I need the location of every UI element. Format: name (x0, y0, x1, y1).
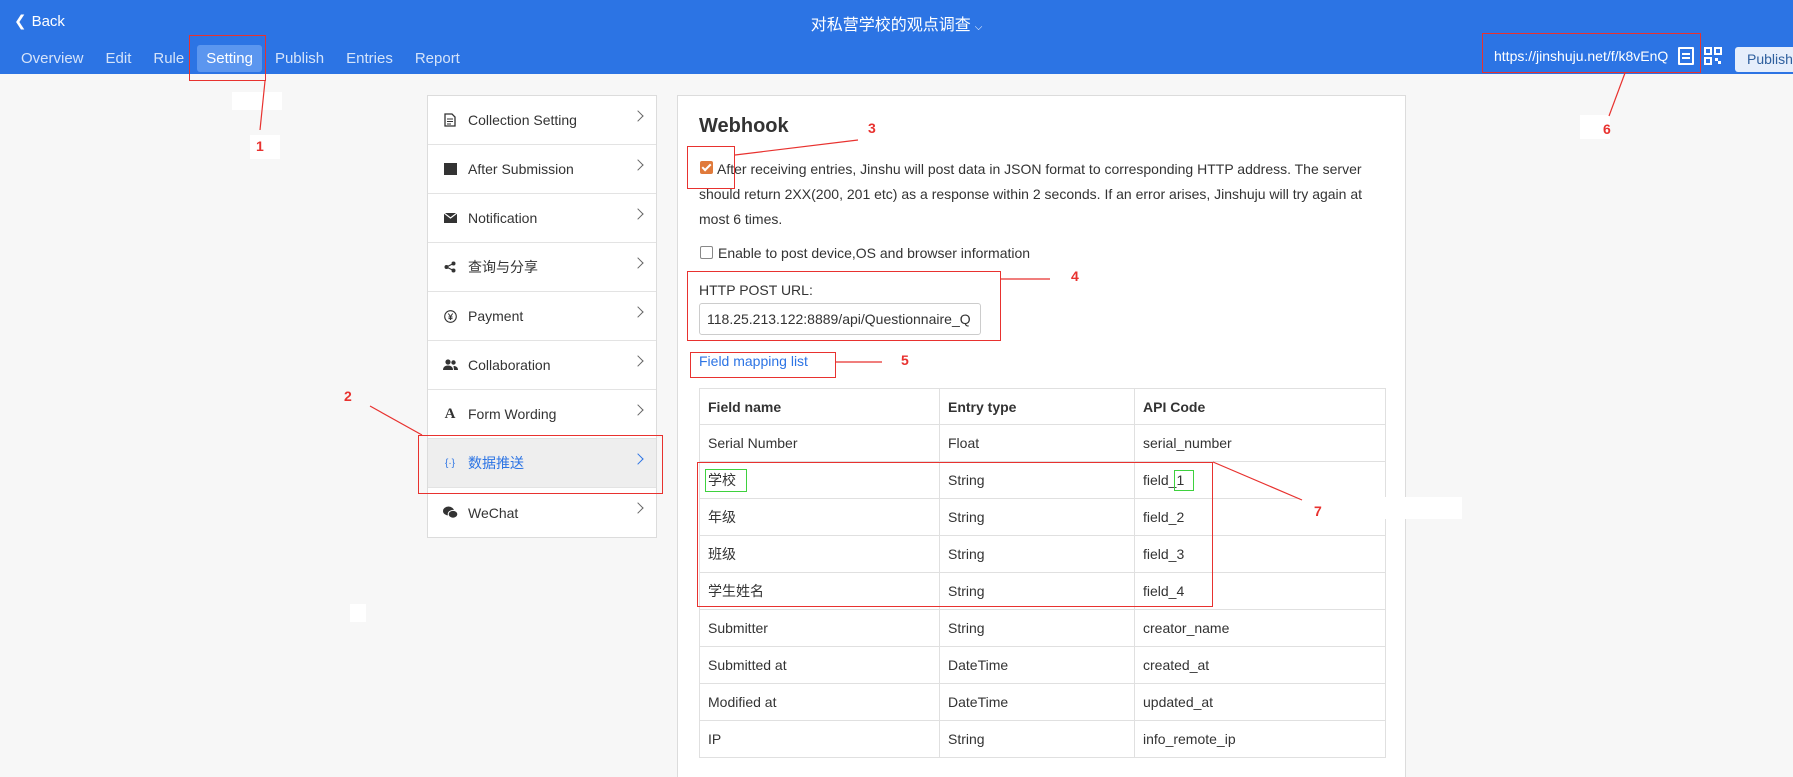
chevron-right-icon (632, 404, 644, 416)
chevron-right-icon (632, 355, 644, 367)
api-code-cell: creator_name (1134, 609, 1386, 647)
webhook-description: After receiving entries, Jinshu will pos… (699, 157, 1389, 232)
annotation-patch (1300, 497, 1462, 519)
annotation-number: 2 (344, 388, 352, 404)
menu-item-after-submission[interactable]: After Submission (428, 145, 656, 194)
annotation-patch (350, 604, 366, 622)
annotation-number: 4 (1071, 268, 1079, 284)
menu-item-wechat[interactable]: WeChat (428, 488, 656, 537)
field-name-cell: Submitter (699, 609, 940, 647)
field-name-cell: Modified at (699, 683, 940, 721)
menu-item-query-share[interactable]: 查询与分享 (428, 243, 656, 292)
annotation-highlight-field-name (705, 469, 747, 492)
share-icon (442, 259, 458, 275)
menu-item-label: Collection Setting (468, 112, 577, 128)
table-row: IP String info_remote_ip (699, 720, 1386, 758)
document-icon (442, 112, 458, 128)
api-code-cell: info_remote_ip (1134, 720, 1386, 758)
envelope-icon (442, 210, 458, 226)
annotation-number: 1 (256, 138, 264, 154)
chevron-right-icon (632, 257, 644, 269)
menu-item-payment[interactable]: Payment (428, 292, 656, 341)
menu-item-label: 查询与分享 (468, 259, 538, 275)
field-name-cell: Serial Number (699, 424, 940, 462)
wechat-icon (442, 505, 458, 521)
users-icon (442, 357, 458, 373)
device-info-checkbox[interactable] (700, 246, 713, 259)
annotation-patch (250, 135, 280, 159)
webhook-heading: Webhook (699, 115, 789, 137)
api-code-cell: created_at (1134, 646, 1386, 684)
column-header: Field name (699, 388, 940, 425)
chevron-right-icon (632, 110, 644, 122)
tab-entries[interactable]: Entries (337, 45, 402, 72)
form-title-text: 对私营学校的观点调查 (810, 17, 971, 34)
chevron-right-icon (632, 306, 644, 318)
annotation-highlight-field-index (1174, 470, 1194, 491)
annotation-box-custom-fields (697, 462, 1213, 607)
table-row: Submitter String creator_name (699, 609, 1386, 647)
square-icon (442, 161, 458, 177)
menu-item-collaboration[interactable]: Collaboration (428, 341, 656, 390)
table-row: Modified at DateTime updated_at (699, 683, 1386, 721)
annotation-box-post-url (687, 271, 1001, 341)
menu-item-label: After Submission (468, 161, 574, 177)
field-name-cell: Submitted at (699, 646, 940, 684)
menu-item-label: Notification (468, 210, 538, 226)
menu-item-label: Payment (468, 308, 524, 324)
menu-item-label: Collaboration (468, 357, 551, 373)
qr-code-icon[interactable] (1704, 47, 1723, 65)
entry-type-cell: DateTime (939, 683, 1135, 721)
annotation-number: 3 (868, 120, 876, 136)
webhook-panel: Webhook After receiving entries, Jinshu … (677, 95, 1406, 777)
annotation-box-share-url (1482, 33, 1701, 73)
webhook-description-text: After receiving entries, Jinshu will pos… (699, 161, 1363, 227)
yen-icon (442, 308, 458, 324)
tab-overview[interactable]: Overview (12, 45, 93, 72)
chevron-right-icon (632, 208, 644, 220)
annotation-box-mapping-link (690, 352, 836, 378)
chevron-right-icon (632, 502, 644, 514)
api-code-cell: serial_number (1134, 424, 1386, 462)
form-title[interactable]: 对私营学校的观点调查 ⌵ (0, 11, 1793, 35)
entry-type-cell: String (939, 609, 1135, 647)
tab-publish[interactable]: Publish (266, 45, 333, 72)
annotation-number: 6 (1603, 121, 1611, 137)
entry-type-cell: DateTime (939, 646, 1135, 684)
menu-item-label: WeChat (468, 504, 519, 521)
tab-rule[interactable]: Rule (144, 45, 193, 72)
menu-item-collection-setting[interactable]: Collection Setting (428, 96, 656, 145)
table-row: Serial Number Float serial_number (699, 424, 1386, 462)
table-row: Submitted at DateTime created_at (699, 646, 1386, 684)
publish-button[interactable]: Publish (1735, 47, 1793, 72)
device-info-label: Enable to post device,OS and browser inf… (718, 245, 1031, 261)
entry-type-cell: Float (939, 424, 1135, 462)
annotation-box-checkbox (687, 146, 735, 189)
annotation-box-setting-tab (189, 35, 266, 81)
column-header: Entry type (939, 388, 1135, 425)
entry-type-cell: String (939, 720, 1135, 758)
table-header-row: Field name Entry type API Code (699, 388, 1386, 425)
annotation-box-data-push (418, 435, 663, 494)
chevron-right-icon (632, 159, 644, 171)
tab-report[interactable]: Report (406, 45, 469, 72)
menu-item-label: Form Wording (468, 406, 557, 422)
tab-edit[interactable]: Edit (97, 45, 141, 72)
annotation-number: 5 (901, 352, 909, 368)
chevron-down-icon: ⌵ (974, 22, 983, 33)
api-code-cell: updated_at (1134, 683, 1386, 721)
menu-item-notification[interactable]: Notification (428, 194, 656, 243)
font-icon: A (444, 405, 456, 422)
annotation-number: 7 (1314, 503, 1322, 519)
field-name-cell: IP (699, 720, 940, 758)
column-header: API Code (1134, 388, 1386, 425)
menu-item-form-wording[interactable]: A Form Wording (428, 390, 656, 439)
annotation-patch (232, 92, 282, 110)
